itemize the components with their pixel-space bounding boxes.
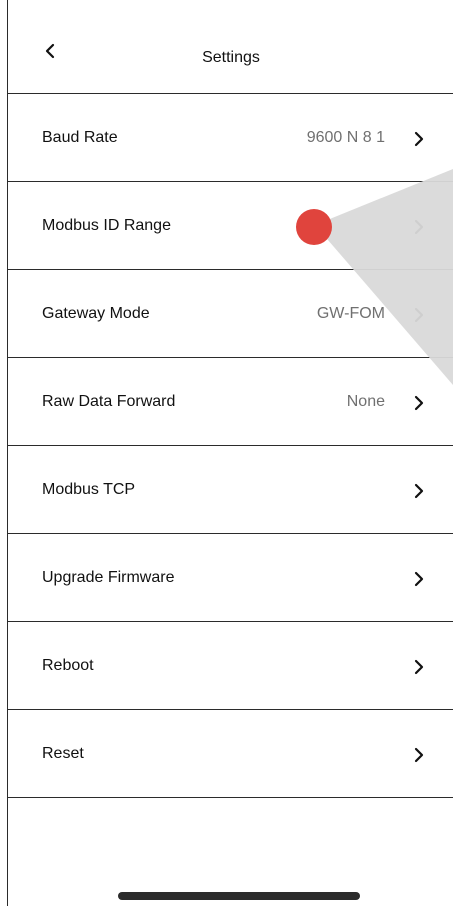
settings-item-upgrade-firmware[interactable]: Upgrade Firmware [8,534,453,622]
header: Settings [8,0,453,94]
settings-item-value: GW-FOM [316,305,385,322]
settings-item-gateway-mode[interactable]: Gateway Mode GW-FOM [8,270,453,358]
page-title: Settings [202,49,260,66]
settings-item-label: Modbus ID Range [42,217,171,234]
chevron-right-icon [414,395,424,411]
settings-item-label: Baud Rate [42,129,118,146]
settings-item-label: Reboot [42,657,94,674]
settings-item-value: None [346,393,385,410]
home-indicator[interactable] [118,892,360,900]
chevron-right-icon [414,219,424,235]
chevron-right-icon [414,747,424,763]
settings-screen: Settings Baud Rate 9600 N 8 1 Modbus ID … [7,0,453,906]
settings-item-raw-data-forward[interactable]: Raw Data Forward None [8,358,453,446]
chevron-right-icon [414,131,424,147]
settings-item-modbus-id-range[interactable]: Modbus ID Range [8,182,453,270]
settings-item-label: Gateway Mode [42,305,150,322]
chevron-right-icon [414,659,424,675]
settings-item-label: Reset [42,745,84,762]
settings-item-baud-rate[interactable]: Baud Rate 9600 N 8 1 [8,94,453,182]
chevron-right-icon [414,571,424,587]
settings-item-label: Modbus TCP [42,481,136,498]
settings-item-label: Raw Data Forward [42,393,176,410]
settings-item-reboot[interactable]: Reboot [8,622,453,710]
settings-item-reset[interactable]: Reset [8,710,453,798]
chevron-right-icon [414,307,424,323]
settings-item-value: 9600 N 8 1 [306,129,385,146]
chevron-right-icon [414,483,424,499]
settings-item-modbus-tcp[interactable]: Modbus TCP [8,446,453,534]
settings-list: Baud Rate 9600 N 8 1 Modbus ID Range Gat… [8,94,453,798]
settings-item-label: Upgrade Firmware [42,569,175,586]
